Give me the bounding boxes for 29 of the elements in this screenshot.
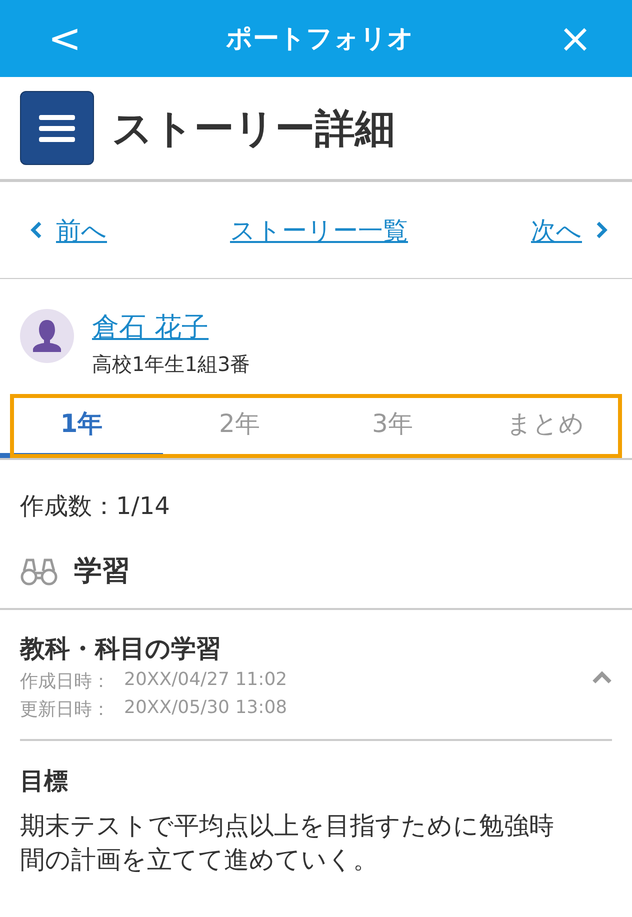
date-value: 20XX/05/30 13:08	[124, 697, 288, 720]
date-label: 作成日時：	[20, 670, 110, 693]
goal-heading: 目標	[20, 766, 69, 797]
student-class: 高校1年生1組3番	[92, 351, 250, 378]
date-value: 20XX/04/27 11:02	[124, 669, 288, 692]
created-count: 作成数：1/14	[19, 491, 171, 522]
page-title: ストーリー詳細	[112, 104, 395, 154]
year-tab[interactable]: 2年	[163, 394, 316, 458]
header-title: ポートフォリオ	[226, 23, 414, 56]
section-title: 学習	[74, 553, 130, 589]
avatar-icon	[20, 309, 74, 363]
collapse-button[interactable]	[592, 670, 612, 684]
binoculars-icon	[20, 556, 58, 586]
student-name-link[interactable]: 倉石 花子	[92, 309, 209, 345]
date-label: 更新日時：	[20, 698, 110, 721]
close-button[interactable]: ×	[558, 18, 592, 58]
year-tab[interactable]: まとめ	[469, 394, 622, 458]
year-tab[interactable]: 3年	[316, 394, 469, 458]
next-link[interactable]: 次へ	[531, 214, 608, 246]
chevron-right-icon	[596, 221, 608, 239]
previous-link[interactable]: 前へ	[30, 214, 107, 246]
menu-button[interactable]	[20, 91, 94, 165]
story-title: 教科・科目の学習	[20, 633, 222, 665]
back-button[interactable]: <	[48, 18, 82, 58]
chevron-left-icon	[30, 221, 42, 239]
story-list-link[interactable]: ストーリー一覧	[230, 214, 408, 246]
menu-icon	[39, 113, 75, 143]
year-tab[interactable]: 1年	[0, 394, 163, 458]
goal-text: 期末テストで平均点以上を目指すために勉強時間の計画を立てて進めていく。	[20, 810, 555, 876]
